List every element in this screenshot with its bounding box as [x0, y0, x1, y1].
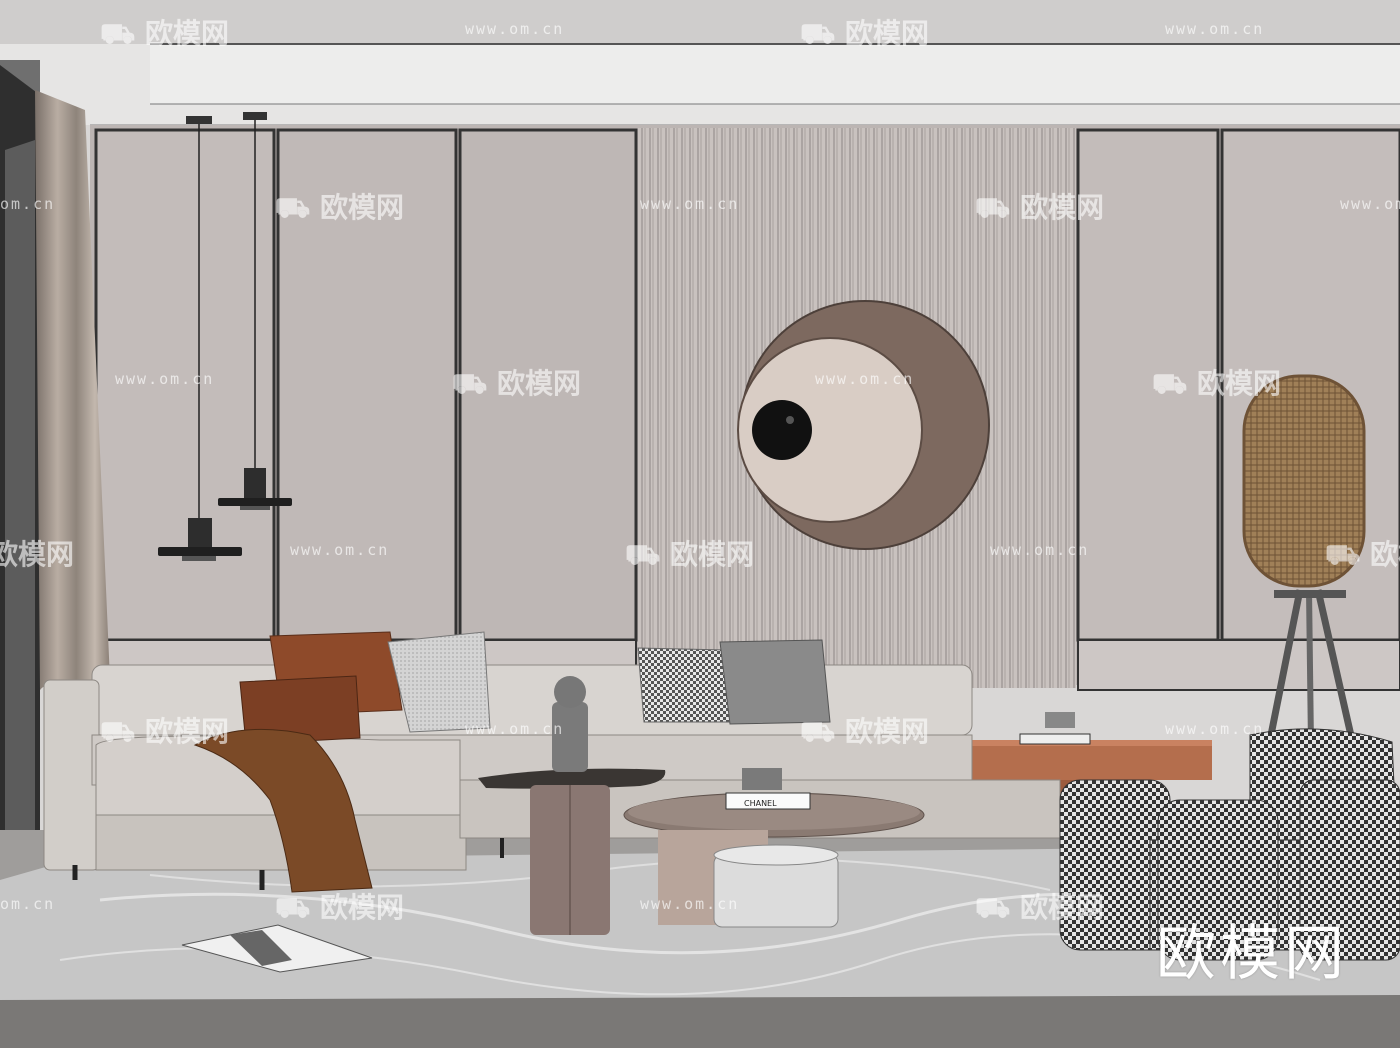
living-room-render: CHANEL ⛟ 欧模网 www.om.cn ⛟ 欧模网 www.om.cn o…: [0, 0, 1400, 1048]
book-spine-label: CHANEL: [744, 799, 777, 808]
wall-art-disc: [737, 300, 990, 550]
corner-watermark: 欧模网: [1156, 919, 1348, 989]
scene-illustration: CHANEL: [0, 0, 1400, 1048]
